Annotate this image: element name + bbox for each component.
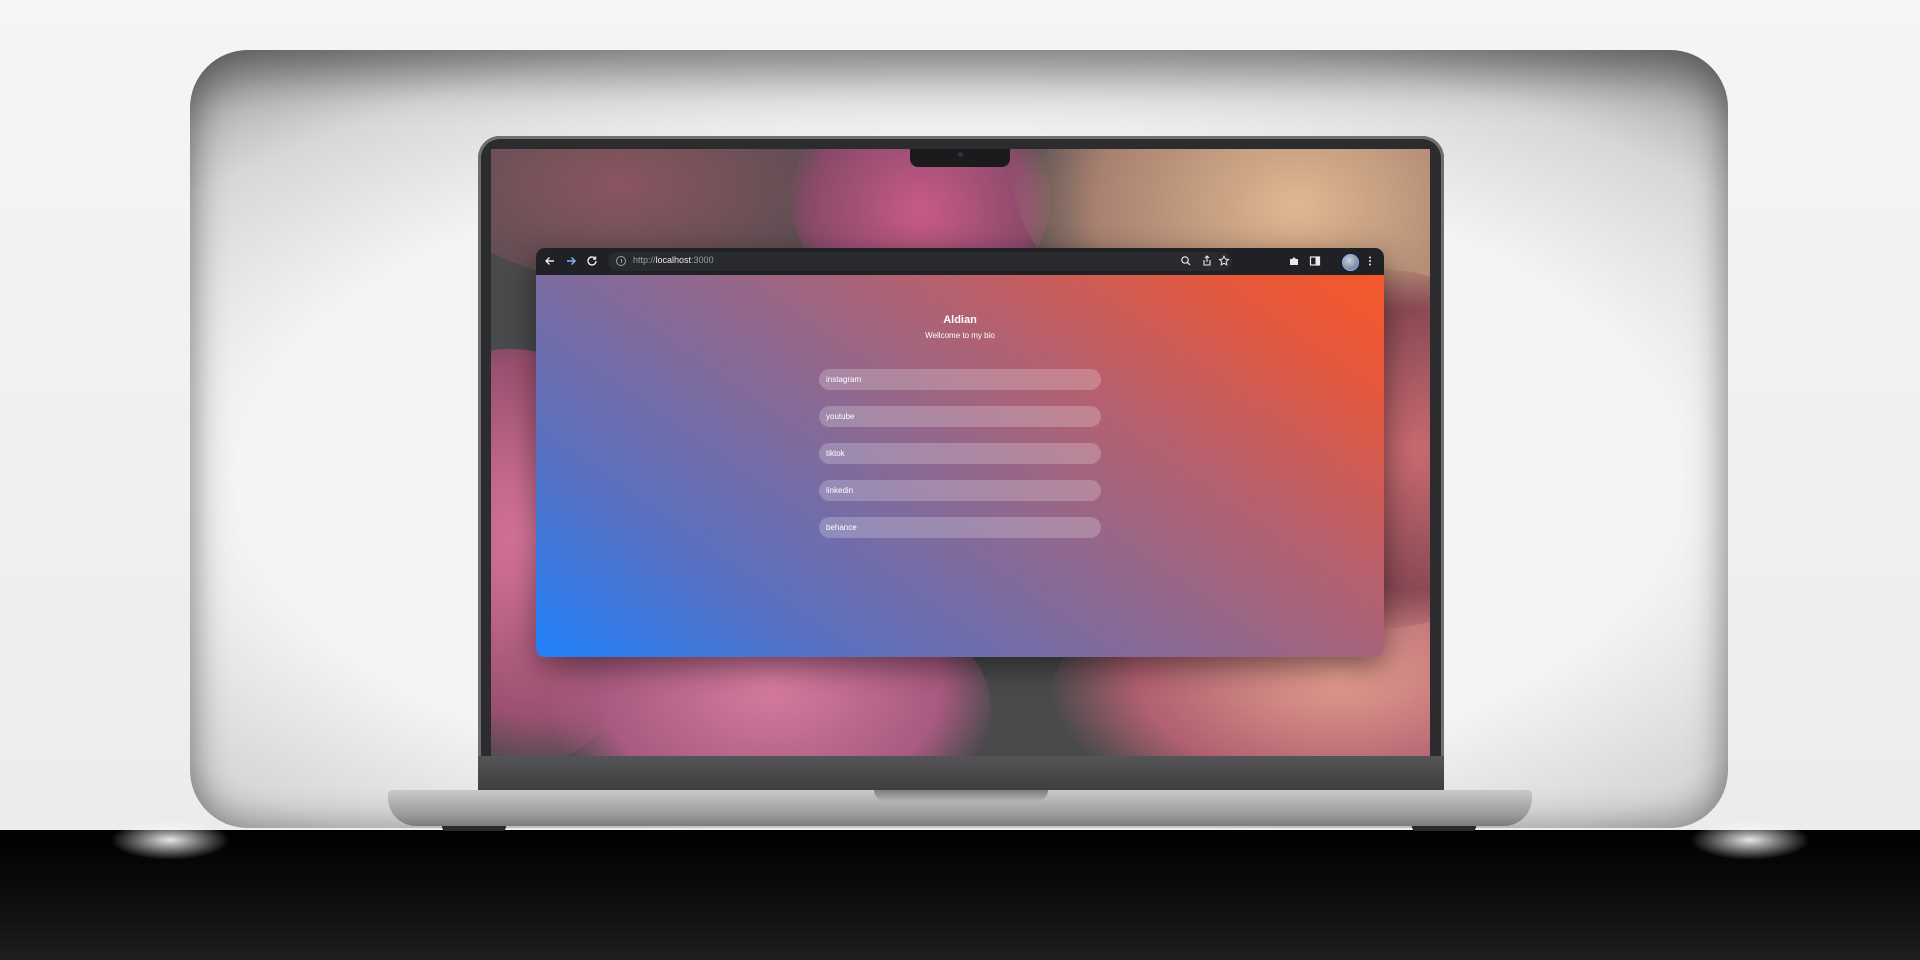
- extensions-puzzle-icon[interactable]: [1286, 253, 1302, 269]
- link-list: instagram youtube tiktok linkedin behanc…: [819, 369, 1101, 554]
- camera-icon: [958, 152, 963, 157]
- forward-arrow-icon[interactable]: [563, 253, 579, 269]
- share-icon[interactable]: [1199, 253, 1215, 269]
- site-info-icon[interactable]: [616, 256, 626, 266]
- zoom-search-icon[interactable]: [1178, 253, 1194, 269]
- laptop-chin: [478, 756, 1444, 790]
- url-scheme: http://: [633, 255, 656, 265]
- laptop-foot: [1412, 826, 1476, 831]
- floor-shadow: [0, 830, 1920, 960]
- link-linkedin[interactable]: linkedin: [819, 480, 1101, 501]
- more-menu-icon[interactable]: [1362, 253, 1378, 269]
- reload-icon[interactable]: [584, 253, 600, 269]
- url-host: localhost: [655, 255, 692, 265]
- profile-subtitle: Wellcome to my bio: [925, 331, 995, 340]
- floor-glow: [110, 820, 230, 860]
- laptop-foot: [442, 826, 506, 831]
- bookmark-star-icon[interactable]: [1216, 253, 1232, 269]
- link-tiktok[interactable]: tiktok: [819, 443, 1101, 464]
- browser-window: http://localhost:3000 Aldian Wellcome to…: [536, 248, 1384, 657]
- profile-avatar[interactable]: [1342, 254, 1359, 271]
- address-bar[interactable]: http://localhost:3000: [608, 252, 1232, 271]
- laptop-opening-groove: [874, 790, 1048, 801]
- bio-page: Aldian Wellcome to my bio instagram yout…: [536, 275, 1384, 657]
- back-arrow-icon[interactable]: [542, 253, 558, 269]
- side-panel-icon[interactable]: [1307, 253, 1323, 269]
- floor-glow: [1690, 820, 1810, 860]
- link-behance[interactable]: behance: [819, 517, 1101, 538]
- browser-toolbar: http://localhost:3000: [536, 248, 1384, 275]
- link-youtube[interactable]: youtube: [819, 406, 1101, 427]
- url-port: :3000: [691, 255, 714, 265]
- url-text: http://localhost:3000: [633, 255, 714, 265]
- profile-name: Aldian: [943, 314, 977, 326]
- link-instagram[interactable]: instagram: [819, 369, 1101, 390]
